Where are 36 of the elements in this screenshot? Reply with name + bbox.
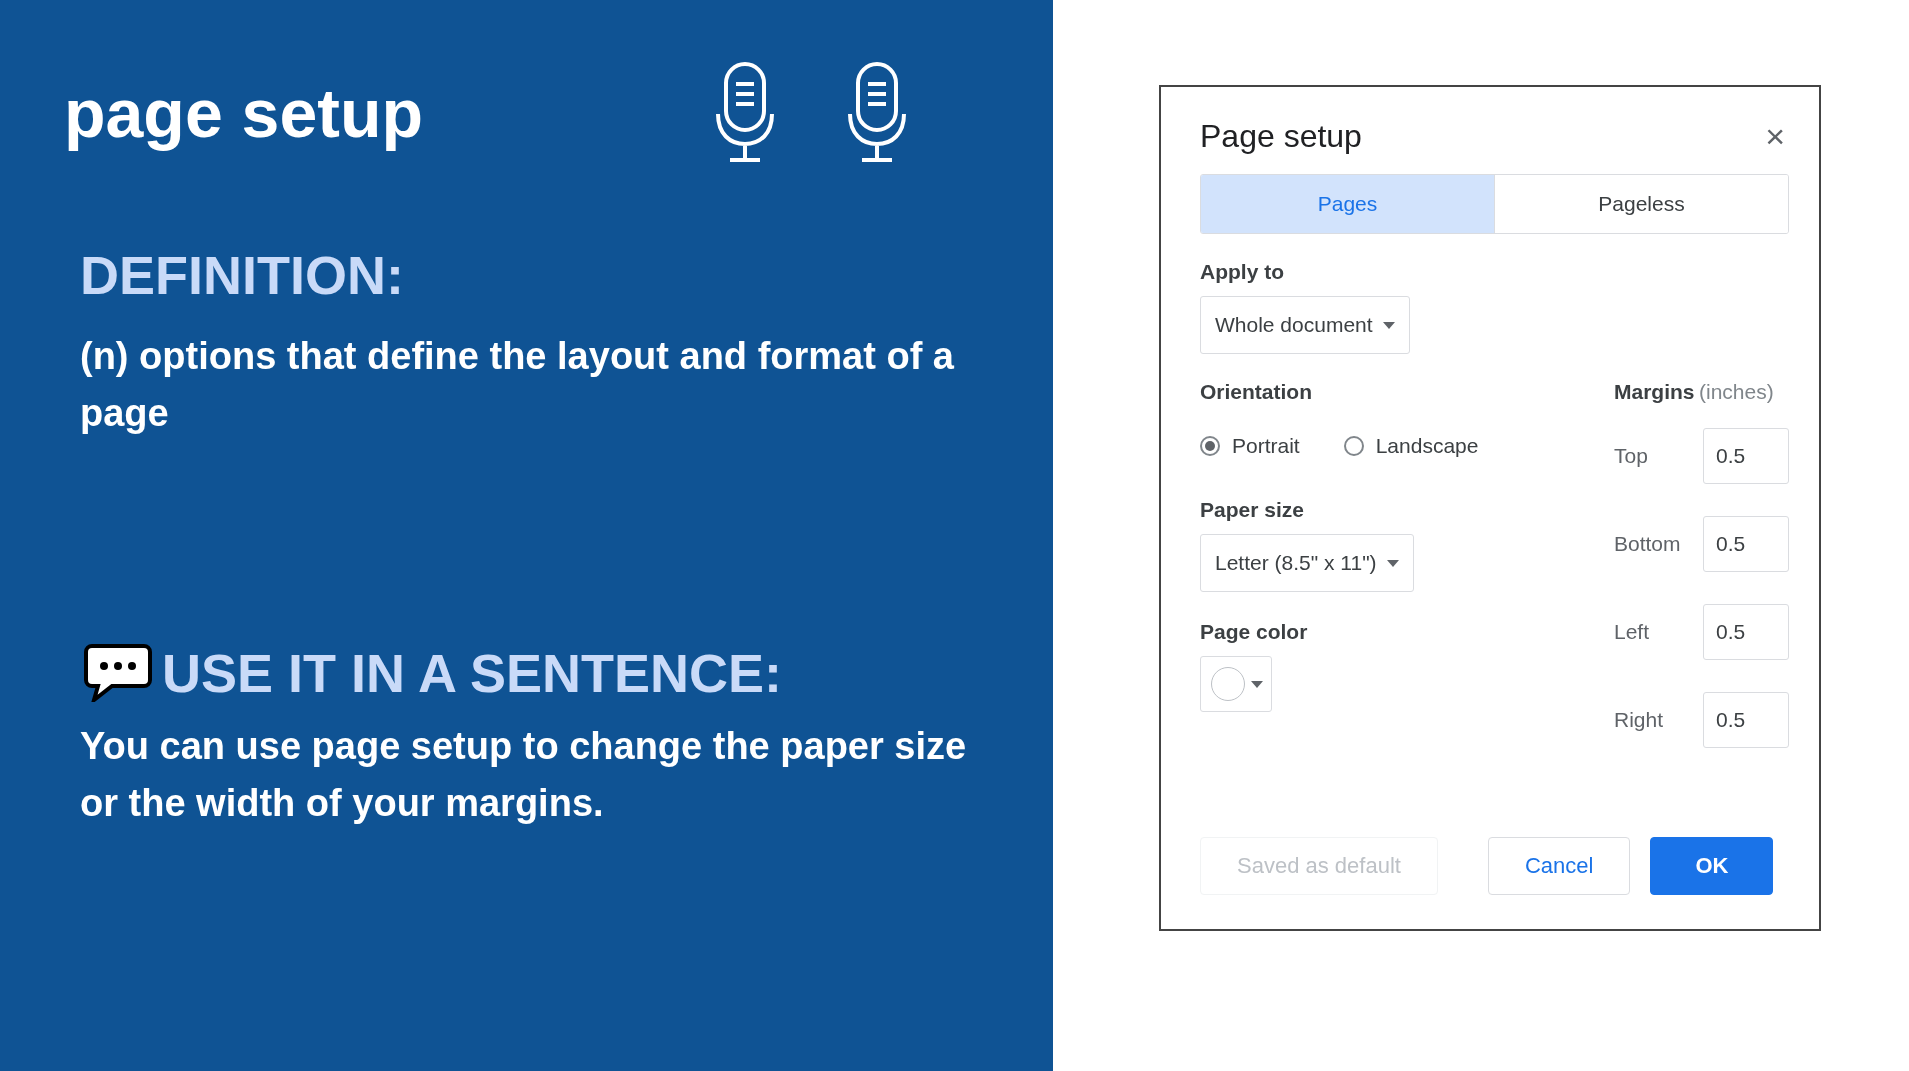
slide-title: page setup [64,74,424,152]
apply-to-label: Apply to [1200,260,1285,284]
margin-label: Bottom [1614,532,1681,556]
ok-button[interactable]: OK [1650,837,1774,895]
margin-label: Top [1614,444,1648,468]
orientation-radio[interactable]: Landscape [1343,434,1479,458]
definition-heading: DEFINITION: [80,244,405,306]
close-button[interactable]: × [1761,117,1789,156]
caret-icon [1251,680,1263,688]
sentence-heading: USE IT IN A SENTENCE: [162,642,783,704]
margin-input[interactable]: 0.5 [1703,692,1789,748]
radio-label: Portrait [1232,434,1300,458]
dialog-title: Page setup [1200,118,1362,155]
speech-bubble-icon [84,644,152,702]
margin-input[interactable]: 0.5 [1703,428,1789,484]
orientation-label: Orientation [1200,380,1313,404]
page-color-picker[interactable] [1200,656,1272,712]
margin-label: Right [1614,708,1664,732]
margin-label: Left [1614,620,1650,644]
caret-icon [1386,559,1399,567]
definition-text: (n) options that define the layout and format of a page [80,334,955,436]
paper-size-dropdown[interactable]: Letter (8.5" x 11") [1200,534,1414,592]
caret-icon [1382,321,1395,329]
microphone-icon [714,62,776,164]
page-color-label: Page color [1200,620,1309,644]
orientation-radio[interactable]: Portrait [1200,434,1300,458]
example-sentence: You can use page setup to change the paper size or the width of your margins. [80,724,968,826]
margin-input[interactable]: 0.5 [1703,604,1789,660]
margins-unit: (inches) [1698,380,1774,403]
margins-label: Margins [1614,380,1695,403]
margin-input[interactable]: 0.5 [1703,516,1789,572]
radio-label: Landscape [1375,434,1479,458]
apply-to-dropdown[interactable]: Whole document [1200,296,1410,354]
cancel-button[interactable]: Cancel [1487,837,1631,895]
microphone-icon [846,62,908,164]
paper-size-label: Paper size [1200,498,1305,522]
